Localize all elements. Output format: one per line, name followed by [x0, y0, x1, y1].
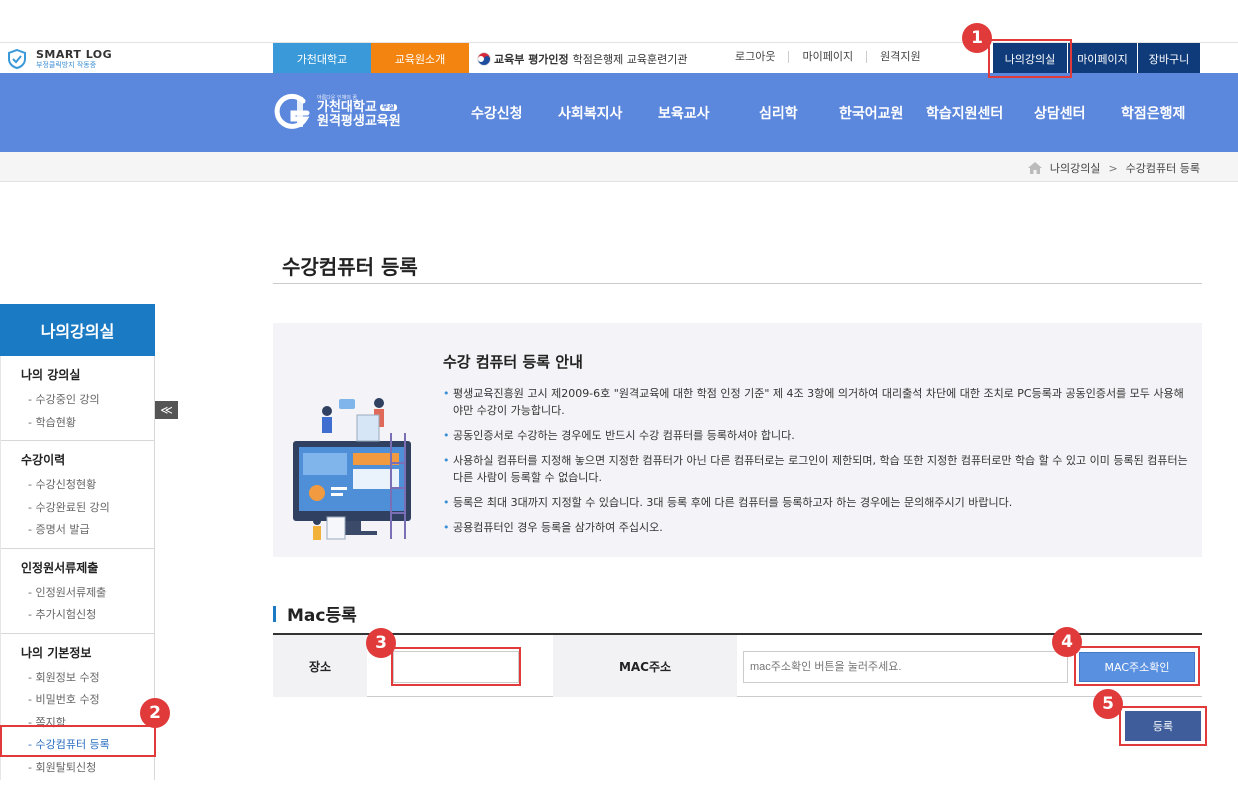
- sidebar-collapse-button[interactable]: ≪: [155, 401, 178, 419]
- sidebar-item-withdraw[interactable]: - 회원탈퇴신청: [21, 757, 154, 780]
- korea-emblem-icon: [477, 52, 491, 66]
- computer-illustration-icon: [293, 398, 411, 540]
- remote-support-link[interactable]: 원격지원: [867, 51, 933, 63]
- mac-address-label: MAC주소: [553, 635, 737, 697]
- guide-item: 공용컴퓨터인 경우 등록을 삼가하여 주십시오.: [443, 519, 1188, 536]
- sidebar-item-extra-exam[interactable]: - 추가시험신청: [21, 604, 154, 627]
- cert-rest: 학점은행제 교육훈련기관: [572, 53, 688, 66]
- cert-bold: 교육부 평가인정: [494, 53, 569, 66]
- mac-section-title: Mac등록: [273, 601, 357, 626]
- breadcrumb-bar: 나의강의실 > 수강컴퓨터 등록: [0, 152, 1238, 182]
- sidebar-group-title: 인정원서류제출: [21, 560, 99, 575]
- smartlog-status: 부정클릭방지 작동중: [36, 61, 97, 69]
- sidebar-group-basic-info: 나의 기본정보 - 회원정보 수정 - 비밀번호 수정 - 쪽지함 - 수강컴퓨…: [1, 634, 154, 786]
- smartlog-widget[interactable]: SMART LOG 부정클릭방지 작동중: [6, 48, 112, 70]
- highlight-box-5: [1119, 706, 1207, 746]
- step-marker-3: 3: [366, 628, 396, 658]
- step-marker-4: 4: [1052, 627, 1082, 657]
- sidebar-group-my-classroom: 나의 강의실 - 수강중인 강의 - 학습현황: [1, 356, 154, 441]
- sidebar-item-certificates[interactable]: - 증명서 발급: [21, 519, 154, 542]
- gachon-logo-icon: [274, 93, 310, 129]
- sidebar-item-completed-courses[interactable]: - 수강완료된 강의: [21, 497, 154, 520]
- menu-korean-teacher[interactable]: 한국어교원: [839, 103, 903, 123]
- guide-item: 공동인증서로 수강하는 경우에도 반드시 수강 컴퓨터를 등록하셔야 합니다.: [443, 427, 1188, 444]
- logout-link[interactable]: 로그아웃: [722, 51, 790, 63]
- highlight-box-2: [0, 725, 156, 757]
- breadcrumb-current: 수강컴퓨터 등록: [1125, 162, 1200, 175]
- sidebar-title: 나의강의실: [0, 304, 155, 356]
- menu-learning-support[interactable]: 학습지원센터: [926, 103, 1003, 123]
- logo-badge: 부설: [379, 103, 397, 112]
- menu-credit-bank[interactable]: 학점은행제: [1121, 103, 1185, 123]
- breadcrumb-parent[interactable]: 나의강의실: [1050, 160, 1101, 176]
- menu-course-registration[interactable]: 수강신청: [471, 103, 523, 123]
- my-page-button[interactable]: 마이페이지: [1067, 43, 1137, 74]
- menu-counseling[interactable]: 상담센터: [1034, 103, 1086, 123]
- tab-institute-intro[interactable]: 교육원소개: [371, 43, 469, 74]
- menu-psychology[interactable]: 심리학: [759, 103, 798, 123]
- breadcrumb-separator: >: [1108, 161, 1118, 175]
- sidebar-item-registration-status[interactable]: - 수강신청현황: [21, 474, 154, 497]
- guide-list: 평생교육진흥원 고시 제2009-6호 "원격교육에 대한 학점 인정 기준" …: [443, 385, 1188, 544]
- menu-childcare-teacher[interactable]: 보육교사: [658, 103, 710, 123]
- sidebar-group-title: 나의 기본정보: [21, 645, 92, 660]
- highlight-box-3: [391, 647, 521, 686]
- page-title: 수강컴퓨터 등록: [282, 255, 418, 279]
- mypage-link[interactable]: 마이페이지: [789, 51, 868, 63]
- sidebar-group-title: 나의 강의실: [21, 368, 81, 382]
- logo-tagline: 아름다운 인재의 꿈: [317, 94, 357, 101]
- step-marker-2: 2: [140, 698, 170, 728]
- mac-address-input[interactable]: [743, 651, 1068, 683]
- sidebar-item-submit-documents[interactable]: - 인정원서류제출: [21, 582, 154, 605]
- guide-box: 수강 컴퓨터 등록 안내 평생교육진흥원 고시 제2009-6호 "원격교육에 …: [273, 323, 1202, 557]
- sidebar-item-change-password[interactable]: - 비밀번호 수정: [21, 689, 154, 712]
- tab-gachon-university[interactable]: 가천대학교: [273, 43, 371, 74]
- sidebar-group-history: 수강이력 - 수강신청현황 - 수강완료된 강의 - 증명서 발급: [1, 441, 154, 549]
- breadcrumb: 나의강의실 > 수강컴퓨터 등록: [1027, 160, 1200, 176]
- guide-title: 수강 컴퓨터 등록 안내: [443, 353, 583, 371]
- main-navigation: 아름다운 인재의 꿈 가천대학교 부설 원격평생교육원 수강신청 사회복지사 보육…: [0, 73, 1238, 152]
- utility-links: 로그아웃 마이페이지 원격지원: [722, 51, 934, 63]
- cart-button[interactable]: 장바구니: [1137, 43, 1200, 74]
- title-accent-bar: [273, 605, 276, 622]
- mac-section-label: Mac등록: [287, 606, 357, 626]
- guide-item: 사용하실 컴퓨터를 지정해 놓으면 지정한 컴퓨터가 아닌 다른 컴퓨터로는 로…: [443, 452, 1188, 486]
- page: SMART LOG 부정클릭방지 작동중 가천대학교 교육원소개 교육부 평가인…: [0, 0, 1238, 800]
- step-marker-1: 1: [962, 23, 992, 53]
- home-icon[interactable]: [1027, 162, 1042, 174]
- highlight-box-4: [1074, 646, 1200, 686]
- sidebar-group-title: 수강이력: [21, 453, 66, 467]
- place-label: 장소: [273, 635, 367, 697]
- certification-label: 교육부 평가인정 학점은행제 교육훈련기관: [477, 51, 688, 67]
- guide-item: 평생교육진흥원 고시 제2009-6호 "원격교육에 대한 학점 인정 기준" …: [443, 385, 1188, 419]
- step-marker-5: 5: [1093, 689, 1123, 719]
- logo-line1: 가천대학교: [317, 99, 377, 115]
- title-divider: [273, 283, 1202, 284]
- guide-item: 등록은 최대 3대까지 지정할 수 있습니다. 3대 등록 후에 다른 컴퓨터를…: [443, 494, 1188, 511]
- sidebar-item-learning-status[interactable]: - 학습현황: [21, 412, 154, 435]
- sidebar-item-edit-profile[interactable]: - 회원정보 수정: [21, 667, 154, 690]
- sidebar-item-current-courses[interactable]: - 수강중인 강의: [21, 389, 154, 412]
- highlight-box-1: [988, 39, 1072, 78]
- smartlog-name: SMART LOG: [36, 48, 113, 61]
- logo-line2: 원격평생교육원: [317, 113, 401, 129]
- sidebar: 나의 강의실 - 수강중인 강의 - 학습현황 수강이력 - 수강신청현황 - …: [0, 356, 155, 780]
- menu-social-worker[interactable]: 사회복지사: [558, 103, 622, 123]
- sidebar-group-documents: 인정원서류제출 - 인정원서류제출 - 추가시험신청: [1, 549, 154, 634]
- site-logo[interactable]: 아름다운 인재의 꿈 가천대학교 부설 원격평생교육원: [273, 93, 401, 131]
- shield-check-icon: [8, 48, 26, 70]
